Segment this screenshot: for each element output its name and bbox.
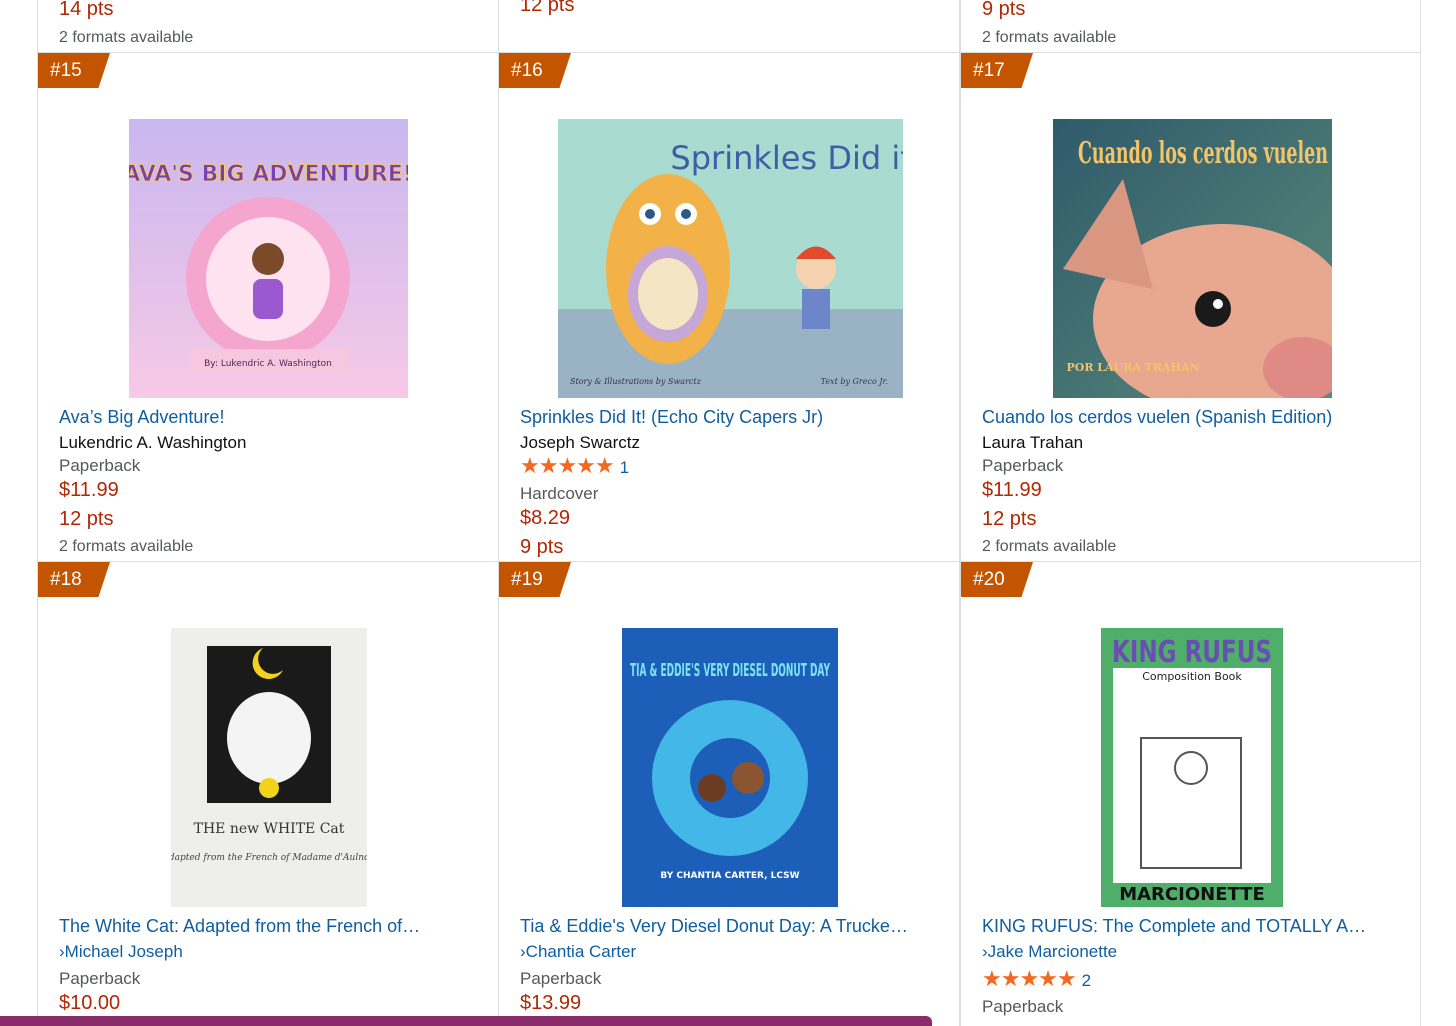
- product-card: #17 Cuando los cerdos vuelen POR LAURA T…: [960, 53, 1421, 561]
- points-label: 9 pts: [982, 0, 1026, 20]
- author-name: Chantia Carter: [525, 942, 637, 961]
- price-label[interactable]: $11.99: [982, 479, 1042, 502]
- author-link[interactable]: ›Michael Joseph: [59, 942, 183, 962]
- author-name: Michael Joseph: [64, 942, 183, 961]
- book-cover-image[interactable]: TIA & EDDIE'S VERY DIESEL DONUT DAY BY C…: [622, 628, 838, 907]
- cover-credit-text: Text by Greco Jr.: [821, 377, 888, 386]
- product-card: #19 TIA & EDDIE'S VERY DIESEL DONUT DAY …: [498, 562, 960, 1026]
- price-label[interactable]: $11.99: [59, 479, 119, 502]
- rank-badge: #17: [961, 53, 1033, 88]
- rank-badge: #20: [961, 562, 1033, 597]
- rank-badge: #16: [499, 53, 571, 88]
- product-card: #15 AVA'S BIG ADVENTURE! By: Lukendric A…: [37, 53, 499, 561]
- author-name: Joseph Swarctz: [520, 433, 640, 452]
- rank-badge: #15: [38, 53, 110, 88]
- author-link[interactable]: ›Jake Marcionette: [982, 942, 1117, 962]
- format-label[interactable]: Paperback: [982, 456, 1063, 476]
- author-name: Jake Marcionette: [987, 942, 1118, 961]
- cover-title-text: Cuando los cerdos vuelen: [1078, 136, 1328, 171]
- format-label[interactable]: Paperback: [59, 456, 140, 476]
- product-title-link[interactable]: Tia & Eddie's Very Diesel Donut Day: A T…: [520, 916, 910, 937]
- rank-badge: #18: [38, 562, 110, 597]
- points-label: 9 pts: [520, 536, 564, 558]
- points-label: 12 pts: [520, 0, 575, 16]
- format-label[interactable]: Paperback: [59, 969, 140, 989]
- product-card: #16 Sprinkles Did it! Story & Illustrati…: [498, 53, 960, 561]
- formats-link[interactable]: 2 formats available: [982, 29, 1116, 47]
- star-rating[interactable]: ★★★★★ 1: [520, 453, 629, 479]
- author-name: Laura Trahan: [982, 433, 1084, 452]
- book-cover-image[interactable]: AVA'S BIG ADVENTURE! By: Lukendric A. Wa…: [129, 119, 408, 398]
- author-link[interactable]: ›Chantia Carter: [520, 942, 636, 962]
- points-label: 12 pts: [59, 508, 114, 530]
- cover-title-text: KING RUFUS: [1112, 635, 1272, 670]
- points-label: 12 pts: [982, 508, 1037, 530]
- cover-title-text: AVA'S BIG ADVENTURE!: [129, 162, 408, 187]
- book-cover-image[interactable]: THE new WHITE Cat adapted from the Frenc…: [171, 628, 367, 907]
- rank-badge: #19: [499, 562, 571, 597]
- product-title-link[interactable]: Ava’s Big Adventure!: [59, 407, 449, 428]
- formats-link[interactable]: 2 formats available: [982, 538, 1116, 556]
- format-label[interactable]: Paperback: [520, 969, 601, 989]
- cover-title-text: THE new WHITE Cat: [194, 821, 345, 837]
- book-cover-image[interactable]: Sprinkles Did it! Story & Illustrations …: [558, 119, 903, 398]
- cover-sub-text: adapted from the French of Madame d'Auln…: [171, 853, 367, 863]
- status-bar: [0, 1016, 932, 1026]
- star-rating[interactable]: ★★★★★ 2: [982, 966, 1091, 992]
- cover-author-text: BY CHANTIA CARTER, LCSW: [660, 871, 799, 881]
- stars-icon: ★★★★★: [982, 966, 1077, 991]
- product-title-link[interactable]: KING RUFUS: The Complete and TOTALLY Acc…: [982, 916, 1372, 937]
- product-card-partial: 9 pts 2 formats available: [960, 0, 1421, 52]
- cover-title-text: Sprinkles Did it!: [670, 139, 903, 177]
- format-label[interactable]: Paperback: [982, 997, 1063, 1017]
- product-title-link[interactable]: Sprinkles Did It! (Echo City Capers Jr): [520, 407, 910, 428]
- formats-link[interactable]: 2 formats available: [59, 538, 193, 556]
- cover-credit-text: Story & Illustrations by Swarctz: [570, 377, 702, 386]
- cover-author-text: MARCIONETTE: [1119, 884, 1265, 905]
- author-name: Lukendric A. Washington: [59, 433, 247, 452]
- book-cover-image[interactable]: Cuando los cerdos vuelen POR LAURA TRAHA…: [1053, 119, 1332, 398]
- price-label[interactable]: $8.29: [520, 507, 570, 530]
- stars-icon: ★★★★★: [520, 453, 615, 478]
- book-cover-image[interactable]: KING RUFUS Composition Book MARCIONETTE: [1101, 628, 1283, 907]
- price-label[interactable]: $13.99: [520, 992, 581, 1015]
- product-card: #20 KING RUFUS Composition Book MARCIONE…: [960, 562, 1421, 1026]
- format-label[interactable]: Hardcover: [520, 484, 598, 504]
- product-title-link[interactable]: The White Cat: Adapted from the French o…: [59, 916, 449, 937]
- points-label: 14 pts: [59, 0, 114, 20]
- product-card-partial: 12 pts: [498, 0, 960, 52]
- rating-count-link[interactable]: 2: [1082, 971, 1091, 990]
- rating-count-link[interactable]: 1: [620, 458, 629, 477]
- product-card: #18 THE new WHITE Cat adapted from the F…: [37, 562, 499, 1026]
- formats-link[interactable]: 2 formats available: [59, 29, 193, 47]
- cover-author-text: By: Lukendric A. Washington: [204, 359, 332, 369]
- product-card-partial: 14 pts 2 formats available: [37, 0, 499, 52]
- cover-title-text: TIA & EDDIE'S VERY DIESEL DONUT DAY: [630, 660, 830, 681]
- cover-sub-text: Composition Book: [1142, 670, 1242, 683]
- product-title-link[interactable]: Cuando los cerdos vuelen (Spanish Editio…: [982, 407, 1372, 428]
- cover-author-text: POR LAURA TRAHAN: [1066, 361, 1199, 374]
- price-label[interactable]: $10.00: [59, 992, 120, 1015]
